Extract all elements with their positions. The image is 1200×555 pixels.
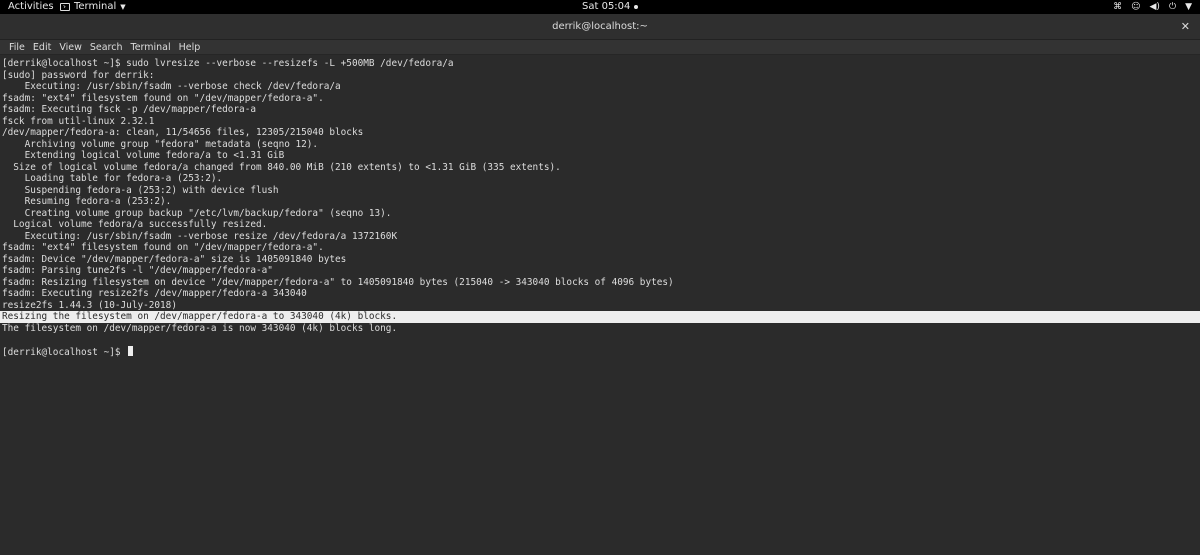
terminal-line-text: Resizing the filesystem on /dev/mapper/f…	[2, 311, 398, 322]
terminal-line-text: fsadm: Parsing tune2fs -l "/dev/mapper/f…	[2, 265, 273, 276]
terminal-line-text: The filesystem on /dev/mapper/fedora-a i…	[2, 322, 398, 334]
terminal-line-text: Executing: /usr/sbin/fsadm --verbose che…	[2, 81, 341, 92]
terminal-line-text: resize2fs 1.44.3 (10-July-2018)	[2, 299, 177, 311]
terminal-line: Executing: /usr/sbin/fsadm --verbose che…	[2, 81, 341, 93]
terminal-line: fsadm: Executing resize2fs /dev/mapper/f…	[2, 288, 307, 300]
terminal-line-text: fsadm: Resizing filesystem on device "/d…	[2, 276, 674, 288]
terminal-line: Executing: /usr/sbin/fsadm --verbose res…	[2, 230, 398, 243]
terminal-line-text: [sudo] password for derrik:	[2, 69, 155, 81]
notification-dot-icon	[634, 5, 639, 9]
terminal-line-text: Suspending fedora-a (253:2) with device …	[2, 184, 279, 196]
terminal-line-text: Creating volume group backup "/etc/lvm/b…	[2, 207, 392, 219]
terminal-line-text: Loading table for fedora-a (253:2).	[2, 173, 223, 184]
menu-help[interactable]: Help	[175, 40, 205, 54]
terminal-line: fsck from util-linux 2.32.1	[2, 116, 154, 128]
terminal-line: Suspending fedora-a (253:2) with device …	[2, 185, 279, 197]
terminal-line: Creating volume group backup "/etc/lvm/b…	[2, 207, 392, 220]
terminal-line: [derrik@localhost ~]$ sudo lvresize --ve…	[2, 58, 454, 70]
window-title: derrik@localhost:~	[552, 21, 648, 32]
terminal-line-text: fsadm: Device "/dev/mapper/fedora-a" siz…	[2, 253, 347, 265]
terminal-line: resize2fs 1.44.3 (10-July-2018)	[2, 300, 177, 312]
terminal-line: fsadm: "ext4" filesystem found on "/dev/…	[2, 242, 324, 254]
terminal-line: fsadm: Resizing filesystem on device "/d…	[2, 277, 674, 289]
terminal-line-text: /dev/mapper/fedora-a: clean, 11/54656 fi…	[2, 127, 364, 138]
terminal-line-text: [derrik@localhost ~]$	[2, 346, 127, 358]
app-menu-label: Terminal	[74, 1, 117, 12]
accessibility-icon: ☺	[1131, 2, 1141, 12]
menu-search[interactable]: Search	[86, 40, 127, 54]
menu-edit[interactable]: Edit	[29, 40, 55, 54]
terminal-line: Loading table for fedora-a (253:2).	[2, 173, 223, 185]
terminal-line: fsadm: Device "/dev/mapper/fedora-a" siz…	[2, 254, 346, 266]
terminal-line-text: Archiving volume group "fedora" metadata…	[2, 138, 319, 150]
terminal-line-text: fsadm: Executing fsck -p /dev/mapper/fed…	[2, 104, 256, 115]
terminal-line: Logical volume fedora/a successfully res…	[2, 219, 267, 231]
terminal-line-text: fsadm: Executing resize2fs /dev/mapper/f…	[2, 288, 307, 299]
terminal-line: [sudo] password for derrik:	[2, 70, 154, 82]
menu-file[interactable]: File	[5, 40, 29, 54]
menu-bar: File Edit View Search Terminal Help	[0, 40, 1200, 55]
terminal-line: fsadm: "ext4" filesystem found on "/dev/…	[2, 93, 324, 105]
window-titlebar[interactable]: derrik@localhost:~ ✕	[0, 14, 1200, 40]
app-menu[interactable]: Terminal ▼	[60, 0, 126, 14]
terminal-line-text: Logical volume fedora/a successfully res…	[2, 219, 268, 230]
clock[interactable]: Sat 05:04	[582, 0, 662, 14]
terminal-app-icon	[60, 3, 70, 11]
terminal-line-text: fsck from util-linux 2.32.1	[2, 115, 155, 127]
terminal-line-text: Extending logical volume fedora/a to <1.…	[2, 150, 285, 161]
terminal-line: Size of logical volume fedora/a changed …	[2, 162, 561, 174]
chevron-down-icon: ▼	[1185, 2, 1192, 12]
terminal-line-text: [derrik@localhost ~]$ sudo lvresize --ve…	[2, 58, 454, 69]
clock-label: Sat 05:04	[582, 1, 631, 12]
cursor	[128, 345, 134, 356]
network-icon: ⌘	[1113, 2, 1123, 12]
terminal-line: fsadm: Parsing tune2fs -l "/dev/mapper/f…	[2, 265, 273, 277]
terminal-output[interactable]: [derrik@localhost ~]$ sudo lvresize --ve…	[0, 56, 1200, 555]
prompt-line: [derrik@localhost ~]$	[2, 345, 134, 358]
terminal-line-text: fsadm: "ext4" filesystem found on "/dev/…	[2, 92, 324, 104]
terminal-line: Archiving volume group "fedora" metadata…	[2, 138, 319, 151]
activities-button[interactable]: Activities	[8, 0, 54, 14]
menu-terminal[interactable]: Terminal	[127, 40, 175, 54]
volume-icon: ◀)	[1149, 2, 1160, 12]
system-menu[interactable]: ⌘ ☺ ◀) ⏻ ▼	[1113, 0, 1192, 14]
close-icon[interactable]: ✕	[1181, 14, 1190, 39]
terminal-line: Extending logical volume fedora/a to <1.…	[2, 150, 285, 162]
power-icon: ⏻	[1168, 2, 1177, 12]
top-bar: Activities Terminal ▼ Sat 05:04 ⌘ ☺ ◀) ⏻…	[0, 0, 1200, 14]
terminal-line: fsadm: Executing fsck -p /dev/mapper/fed…	[2, 104, 256, 116]
terminal-line-text: fsadm: "ext4" filesystem found on "/dev/…	[2, 242, 324, 253]
terminal-line-text: Resuming fedora-a (253:2).	[2, 196, 172, 207]
menu-view[interactable]: View	[55, 40, 86, 54]
chevron-down-icon: ▼	[120, 3, 126, 11]
terminal-line: The filesystem on /dev/mapper/fedora-a i…	[2, 323, 397, 335]
terminal-line: /dev/mapper/fedora-a: clean, 11/54656 fi…	[2, 127, 363, 139]
terminal-line-text: Executing: /usr/sbin/fsadm --verbose res…	[2, 230, 398, 242]
terminal-line: Resizing the filesystem on /dev/mapper/f…	[0, 311, 1200, 323]
terminal-line: Resuming fedora-a (253:2).	[2, 196, 172, 208]
terminal-line-text: Size of logical volume fedora/a changed …	[2, 161, 561, 173]
